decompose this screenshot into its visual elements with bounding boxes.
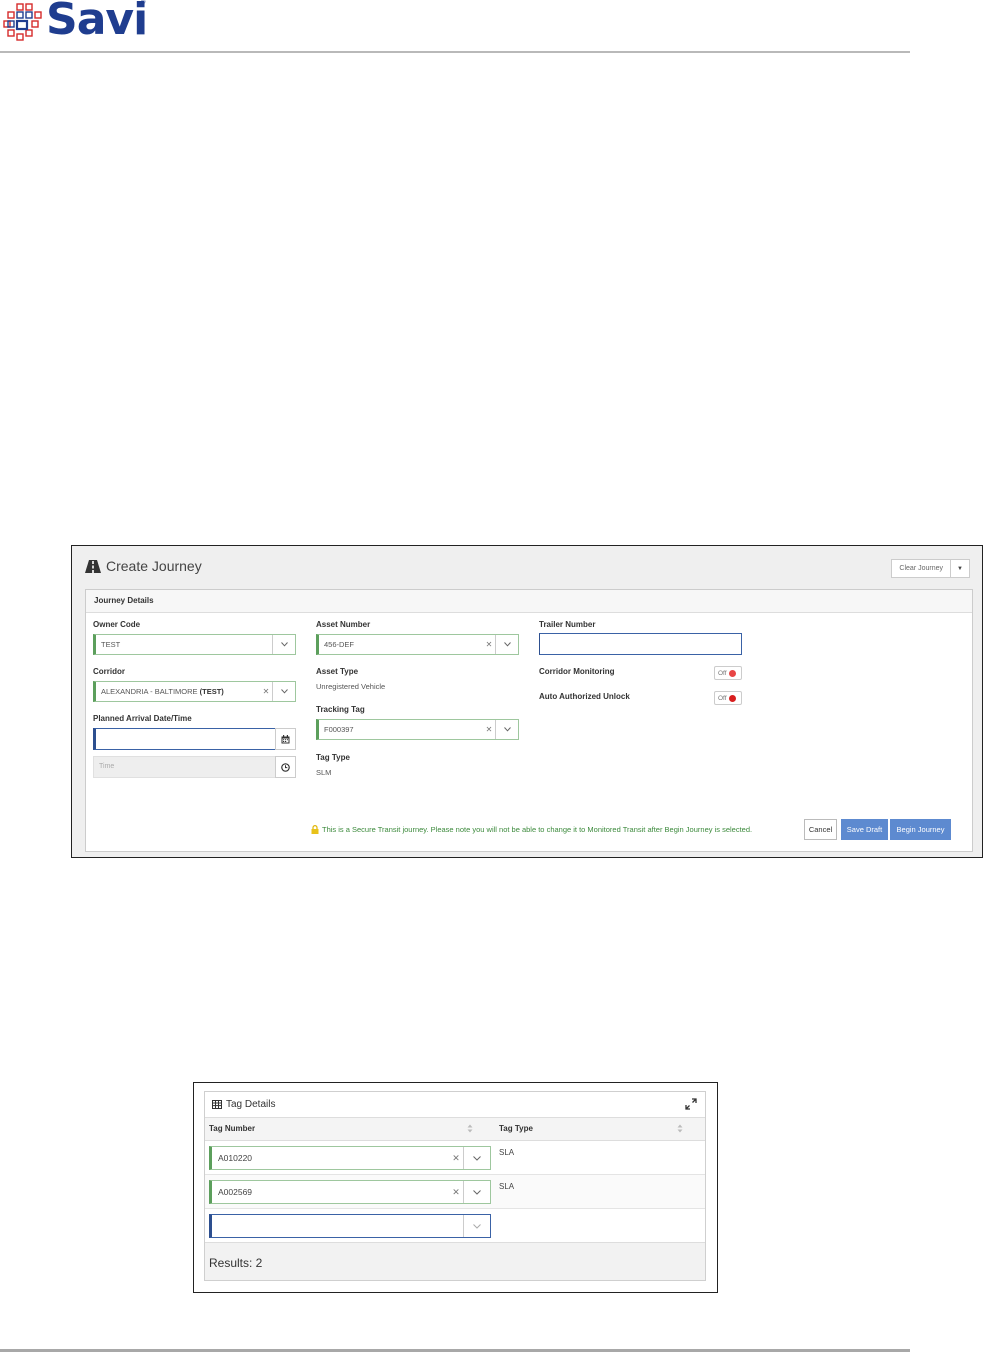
asset-number-select[interactable]: 456-DEF ✕ <box>316 634 519 655</box>
owner-code-value: TEST <box>101 640 121 649</box>
journey-details-panel: Journey Details Owner Code TEST Corridor… <box>85 589 973 852</box>
planned-arrival-label: Planned Arrival Date/Time <box>93 714 192 723</box>
table-row <box>205 1209 705 1243</box>
asset-type-value: Unregistered Vehicle <box>316 682 386 691</box>
clear-icon[interactable]: ✕ <box>483 725 495 734</box>
chevron-down-icon[interactable] <box>463 1181 490 1203</box>
column-tag-type[interactable]: Tag Type <box>499 1124 533 1133</box>
clock-icon <box>281 762 290 772</box>
tag-type-label: Tag Type <box>316 753 350 762</box>
secure-transit-notice: This is a Secure Transit journey. Please… <box>311 825 752 834</box>
tag-type-cell: SLA <box>499 1182 515 1191</box>
corridor-select[interactable]: ALEXANDRIA - BALTIMORE (TEST) ✕ <box>93 681 296 702</box>
cancel-button[interactable]: Cancel <box>804 819 837 840</box>
toggle-state: Off <box>718 694 727 702</box>
clear-journey-dropdown[interactable]: ▼ <box>951 559 970 578</box>
create-journey-header: Create Journey <box>85 558 202 574</box>
tracking-tag-select[interactable]: F000397 ✕ <box>316 719 519 740</box>
tag-details-screenshot: Tag Details Tag Number Tag Type A010220 … <box>193 1082 718 1293</box>
calendar-icon <box>281 734 290 743</box>
corridor-monitoring-label: Corridor Monitoring <box>539 667 615 676</box>
asset-number-value: 456-DEF <box>324 640 355 649</box>
table-row: A010220 ✕ SLA <box>205 1141 705 1175</box>
header-divider <box>0 51 910 53</box>
tracking-tag-label: Tracking Tag <box>316 705 365 714</box>
road-icon <box>85 559 101 573</box>
sort-icon[interactable] <box>677 1124 683 1133</box>
auto-unlock-label: Auto Authorized Unlock <box>539 692 630 701</box>
trailer-number-label: Trailer Number <box>539 620 596 629</box>
calendar-button[interactable] <box>275 728 296 750</box>
clear-icon[interactable]: ✕ <box>260 687 272 696</box>
clear-journey-button[interactable]: Clear Journey <box>891 559 951 578</box>
status-dot <box>728 694 736 702</box>
status-dot <box>728 669 736 677</box>
asset-number-label: Asset Number <box>316 620 371 629</box>
clear-journey-group: Clear Journey ▼ <box>891 559 970 578</box>
chevron-down-icon[interactable] <box>272 682 295 701</box>
tag-details-header: Tag Details <box>205 1092 705 1118</box>
page-title: Create Journey <box>106 558 202 574</box>
column-tag-number[interactable]: Tag Number <box>209 1124 255 1133</box>
toggle-state: Off <box>718 669 727 677</box>
tag-details-panel: Tag Details Tag Number Tag Type A010220 … <box>204 1091 706 1281</box>
chevron-down-icon[interactable] <box>495 720 518 739</box>
trailer-number-input[interactable] <box>539 633 742 655</box>
results-count: Results: 2 <box>205 1242 705 1280</box>
chevron-down-icon[interactable] <box>463 1147 490 1169</box>
expand-icon <box>685 1098 697 1110</box>
time-picker-button[interactable] <box>275 756 296 778</box>
asset-type-label: Asset Type <box>316 667 359 676</box>
expand-button[interactable] <box>685 1097 697 1115</box>
tag-number-select[interactable]: A002569 ✕ <box>209 1180 491 1204</box>
begin-journey-button[interactable]: Begin Journey <box>890 819 951 840</box>
savi-logo-grid-icon <box>3 3 42 41</box>
chevron-down-icon[interactable] <box>272 635 295 654</box>
owner-code-select[interactable]: TEST <box>93 634 296 655</box>
notice-text: This is a Secure Transit journey. Please… <box>322 825 753 834</box>
corridor-label: Corridor <box>93 667 125 676</box>
tag-type-value: SLM <box>316 768 332 777</box>
sort-icon[interactable] <box>467 1124 473 1133</box>
registered-mark: ® <box>141 0 146 6</box>
chevron-down-icon[interactable] <box>495 635 518 654</box>
table-row: A002569 ✕ SLA <box>205 1175 705 1209</box>
clear-icon[interactable]: ✕ <box>449 1187 463 1198</box>
logo-wordmark: Savi <box>46 0 148 45</box>
time-input[interactable]: Time <box>93 756 276 778</box>
auto-unlock-toggle[interactable]: Off <box>714 691 742 705</box>
clear-icon[interactable]: ✕ <box>483 640 495 649</box>
savi-logo: Savi <box>2 0 148 45</box>
planned-arrival-date-input[interactable] <box>93 728 276 750</box>
table-icon <box>212 1100 222 1109</box>
corridor-monitoring-toggle[interactable]: Off <box>714 666 742 680</box>
new-tag-number-select[interactable] <box>209 1214 491 1238</box>
clear-icon[interactable]: ✕ <box>449 1153 463 1164</box>
caret-down-icon: ▼ <box>957 565 963 572</box>
lock-icon <box>311 825 319 834</box>
footer-divider <box>0 1349 910 1352</box>
tag-number-value: A010220 <box>218 1153 253 1163</box>
chevron-down-icon[interactable] <box>463 1215 490 1237</box>
tag-type-cell: SLA <box>499 1148 515 1157</box>
tag-number-value: A002569 <box>218 1187 253 1197</box>
create-journey-screenshot: Create Journey Clear Journey ▼ Journey D… <box>71 545 983 858</box>
tracking-tag-value: F000397 <box>324 725 354 734</box>
tag-number-select[interactable]: A010220 ✕ <box>209 1146 491 1170</box>
panel-title: Journey Details <box>86 590 972 613</box>
owner-code-label: Owner Code <box>93 620 141 629</box>
tag-details-title: Tag Details <box>226 1099 276 1110</box>
tag-table-header: Tag Number Tag Type <box>205 1118 705 1141</box>
corridor-value: ALEXANDRIA - BALTIMORE (TEST) <box>101 687 224 696</box>
save-draft-button[interactable]: Save Draft <box>841 819 888 840</box>
